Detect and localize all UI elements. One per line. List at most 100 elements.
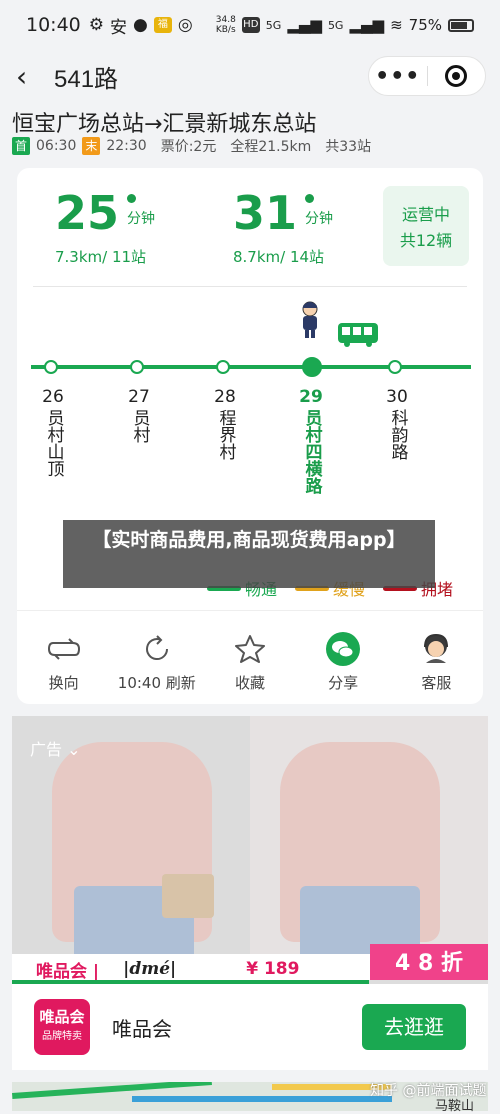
- refresh-label: 10:40 刷新: [117, 674, 196, 692]
- map-place-label: 马鞍山: [435, 1099, 475, 1114]
- back-icon[interactable]: ‹: [16, 60, 46, 93]
- station-node-current[interactable]: [302, 357, 322, 377]
- arrival-2-minutes: 31: [233, 186, 298, 240]
- arrival-1-minutes: 25: [55, 186, 120, 240]
- first-bus-tag: 首: [12, 137, 30, 155]
- station-number: 29: [299, 387, 323, 407]
- arrival-2-detail: 8.7km/ 14站: [233, 248, 325, 266]
- signal-5g-2: 5G: [327, 18, 344, 32]
- ad-banner[interactable]: 广告 ⌄ 唯品会 | |dmé| ¥ 189 4 8 折: [12, 716, 488, 984]
- route-distance: 全程21.5km: [230, 139, 312, 155]
- app-icon: 安: [110, 17, 128, 38]
- station-26[interactable]: 26 员村山顶: [38, 386, 68, 477]
- brand-name: 唯品会: [112, 1016, 172, 1041]
- last-bus-time: 22:30: [106, 138, 147, 154]
- ad-product-brand: |dmé|: [123, 959, 177, 979]
- overlay-caption: 【实时商品费用,商品现货费用app】: [63, 520, 435, 588]
- operating-status[interactable]: 运营中 共12辆: [383, 186, 469, 266]
- status-bar: 10:40 ⚙ 安 ● 福 ◎ 34.8 KB/s HD 5G ▂▄▆ 5G ▂▄…: [0, 0, 500, 50]
- user-location-icon: [299, 300, 321, 344]
- station-27[interactable]: 27 员村: [124, 386, 154, 443]
- arrival-2: 31 分钟 8.7km/ 14站: [233, 186, 334, 266]
- route-meta: 首 06:30 末 22:30 票价:2元 全程21.5km 共33站: [12, 136, 371, 156]
- divider: [33, 286, 467, 287]
- station-name: 员村四横路: [301, 409, 322, 494]
- divider: [17, 610, 483, 611]
- live-dot-icon: [127, 194, 137, 203]
- star-icon: [208, 630, 292, 668]
- station-name: 科韵路: [387, 409, 408, 460]
- hd-icon: HD: [241, 17, 260, 33]
- favorite-button[interactable]: 收藏: [208, 630, 292, 693]
- status-notification-icons: ⚙ 安 ● 福 ◎: [89, 13, 193, 38]
- arrival-2-unit: 分钟: [305, 211, 334, 227]
- station-node[interactable]: [388, 360, 402, 374]
- favorite-label: 收藏: [234, 674, 265, 692]
- station-name: 程界村: [215, 409, 236, 460]
- route-name: 恒宝广场总站→汇景新城东总站: [12, 112, 317, 137]
- first-bus-time: 06:30: [36, 138, 77, 154]
- station-node[interactable]: [216, 360, 230, 374]
- ad-discount-badge: 4 8 折: [370, 944, 488, 984]
- signal-bars-icon-2: ▂▄▆: [349, 16, 385, 34]
- vip-logo: 唯品会 品牌特卖: [34, 999, 90, 1055]
- station-28[interactable]: 28 程界村: [210, 386, 240, 460]
- wifi-icon: ≋: [390, 16, 403, 34]
- vehicle-count: 共12辆: [399, 231, 453, 250]
- ad-brand-text: 唯品会 |: [36, 961, 100, 982]
- more-button[interactable]: •••: [369, 64, 427, 89]
- close-button[interactable]: [428, 65, 486, 87]
- action-bar: 换向 10:40 刷新 收藏 分享 客服: [17, 630, 483, 693]
- refresh-button[interactable]: 10:40 刷新: [115, 630, 199, 693]
- ad-brand-row: 唯品会 品牌特卖 唯品会 去逛逛: [12, 984, 488, 1070]
- target-icon: [445, 65, 468, 87]
- station-30[interactable]: 30 科韵路: [382, 386, 412, 460]
- arrival-1-detail: 7.3km/ 11站: [55, 248, 147, 266]
- battery-icon: [448, 18, 474, 32]
- station-number: 28: [214, 387, 236, 407]
- station-name: 员村山顶: [43, 409, 64, 477]
- station-name: 员村: [129, 409, 150, 443]
- bus-realtime-card: 25 分钟 7.3km/ 11站 31 分钟 8.7km/ 14站 运营中 共1…: [17, 168, 483, 704]
- nav-bar: ‹ 541路 •••: [0, 50, 500, 102]
- ad-image-right: [250, 716, 488, 966]
- last-bus-tag: 末: [82, 137, 101, 155]
- customer-service-label: 客服: [421, 674, 452, 692]
- swap-icon: [22, 630, 106, 668]
- signal-5g-1: 5G: [265, 18, 282, 32]
- signal-bars-icon: ▂▄▆: [287, 16, 322, 34]
- gear-icon: ⚙: [88, 15, 105, 35]
- page-title: 541路: [54, 65, 119, 93]
- camera-icon: ◎: [177, 15, 193, 35]
- customer-service-button[interactable]: 客服: [394, 630, 478, 693]
- wechat-icon: [301, 630, 385, 668]
- station-node[interactable]: [130, 360, 144, 374]
- chat-icon: ●: [133, 15, 148, 35]
- station-29-current[interactable]: 29 员村四横路: [296, 386, 326, 494]
- station-node[interactable]: [44, 360, 58, 374]
- status-right: 34.8 KB/s HD 5G ▂▄▆ 5G ▂▄▆ ≋ 75%: [216, 15, 474, 35]
- share-button[interactable]: 分享: [301, 630, 385, 693]
- bus-icon[interactable]: [337, 322, 379, 352]
- station-number: 30: [386, 387, 408, 407]
- station-number: 26: [42, 387, 64, 407]
- arrival-1: 25 分钟 7.3km/ 11站: [55, 186, 156, 266]
- reverse-direction-button[interactable]: 换向: [22, 630, 106, 693]
- operating-status-text: 运营中: [401, 205, 450, 224]
- live-dot-icon: [305, 194, 315, 203]
- status-time: 10:40: [26, 14, 81, 36]
- ad-label[interactable]: 广告 ⌄: [30, 736, 81, 760]
- net-speed: 34.8 KB/s: [215, 15, 236, 35]
- app-badge-icon: 福: [153, 17, 172, 33]
- share-label: 分享: [328, 674, 359, 692]
- reverse-direction-label: 换向: [48, 674, 79, 692]
- go-shopping-button[interactable]: 去逛逛: [362, 1004, 466, 1050]
- ad-price: ¥ 189: [246, 959, 300, 979]
- fare: 票价:2元: [160, 139, 217, 155]
- battery-percent: 75%: [408, 16, 442, 34]
- arrival-1-unit: 分钟: [127, 211, 156, 227]
- station-number: 27: [128, 387, 150, 407]
- customer-service-icon: [394, 630, 478, 668]
- miniapp-capsule: •••: [368, 56, 486, 96]
- refresh-icon: [115, 630, 199, 668]
